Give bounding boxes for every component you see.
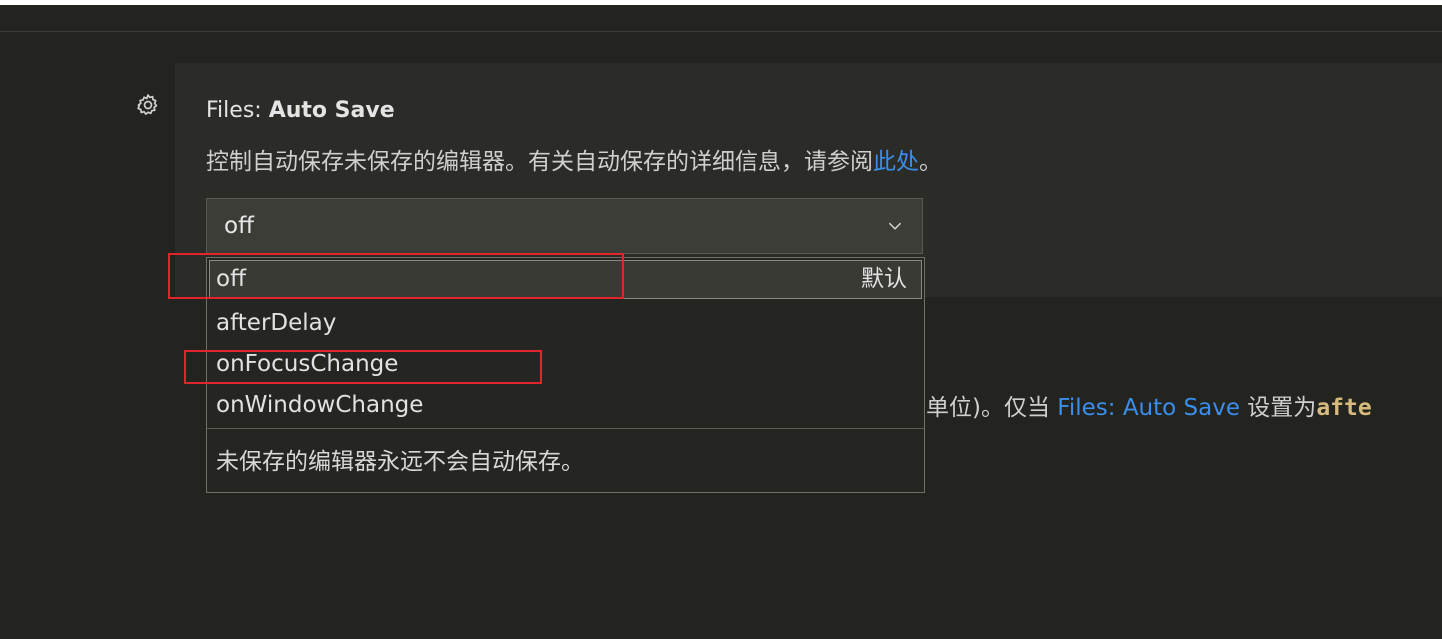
gear-icon[interactable] — [135, 92, 161, 118]
next-desc-text: 单位)。仅当 — [926, 395, 1058, 421]
default-badge: 默认 — [861, 266, 907, 292]
option-label: afterDelay — [216, 310, 337, 336]
option-description: 未保存的编辑器永远不会自动保存。 — [216, 449, 584, 475]
next-setting-description: 单位)。仅当 Files: Auto Save 设置为afte — [926, 388, 1372, 422]
highlight-box-on-focus-change — [184, 350, 542, 384]
highlight-box-off — [168, 253, 624, 299]
auto-save-select[interactable]: off — [206, 198, 923, 254]
option-on-window-change[interactable]: onWindowChange — [207, 385, 924, 425]
top-strip — [0, 0, 1442, 5]
chevron-down-icon — [886, 217, 904, 235]
description-link[interactable]: 此处 — [873, 149, 919, 175]
description-suffix: 。 — [919, 149, 942, 175]
next-desc-mid: 设置为 — [1240, 395, 1317, 421]
select-current-value: off — [224, 213, 254, 239]
dropdown-divider — [207, 428, 924, 429]
setting-description: 控制自动保存未保存的编辑器。有关自动保存的详细信息，请参阅此处。 — [206, 142, 942, 176]
header-divider — [0, 31, 1442, 32]
setting-key: Auto Save — [268, 98, 395, 123]
setting-title: Files: Auto Save — [206, 98, 395, 123]
description-text: 控制自动保存未保存的编辑器。有关自动保存的详细信息，请参阅 — [206, 149, 873, 175]
option-label: onWindowChange — [216, 392, 424, 418]
next-desc-link[interactable]: Files: Auto Save — [1057, 395, 1240, 421]
option-after-delay[interactable]: afterDelay — [207, 303, 924, 343]
next-desc-code: afte — [1316, 395, 1372, 421]
setting-category: Files: — [206, 98, 269, 123]
